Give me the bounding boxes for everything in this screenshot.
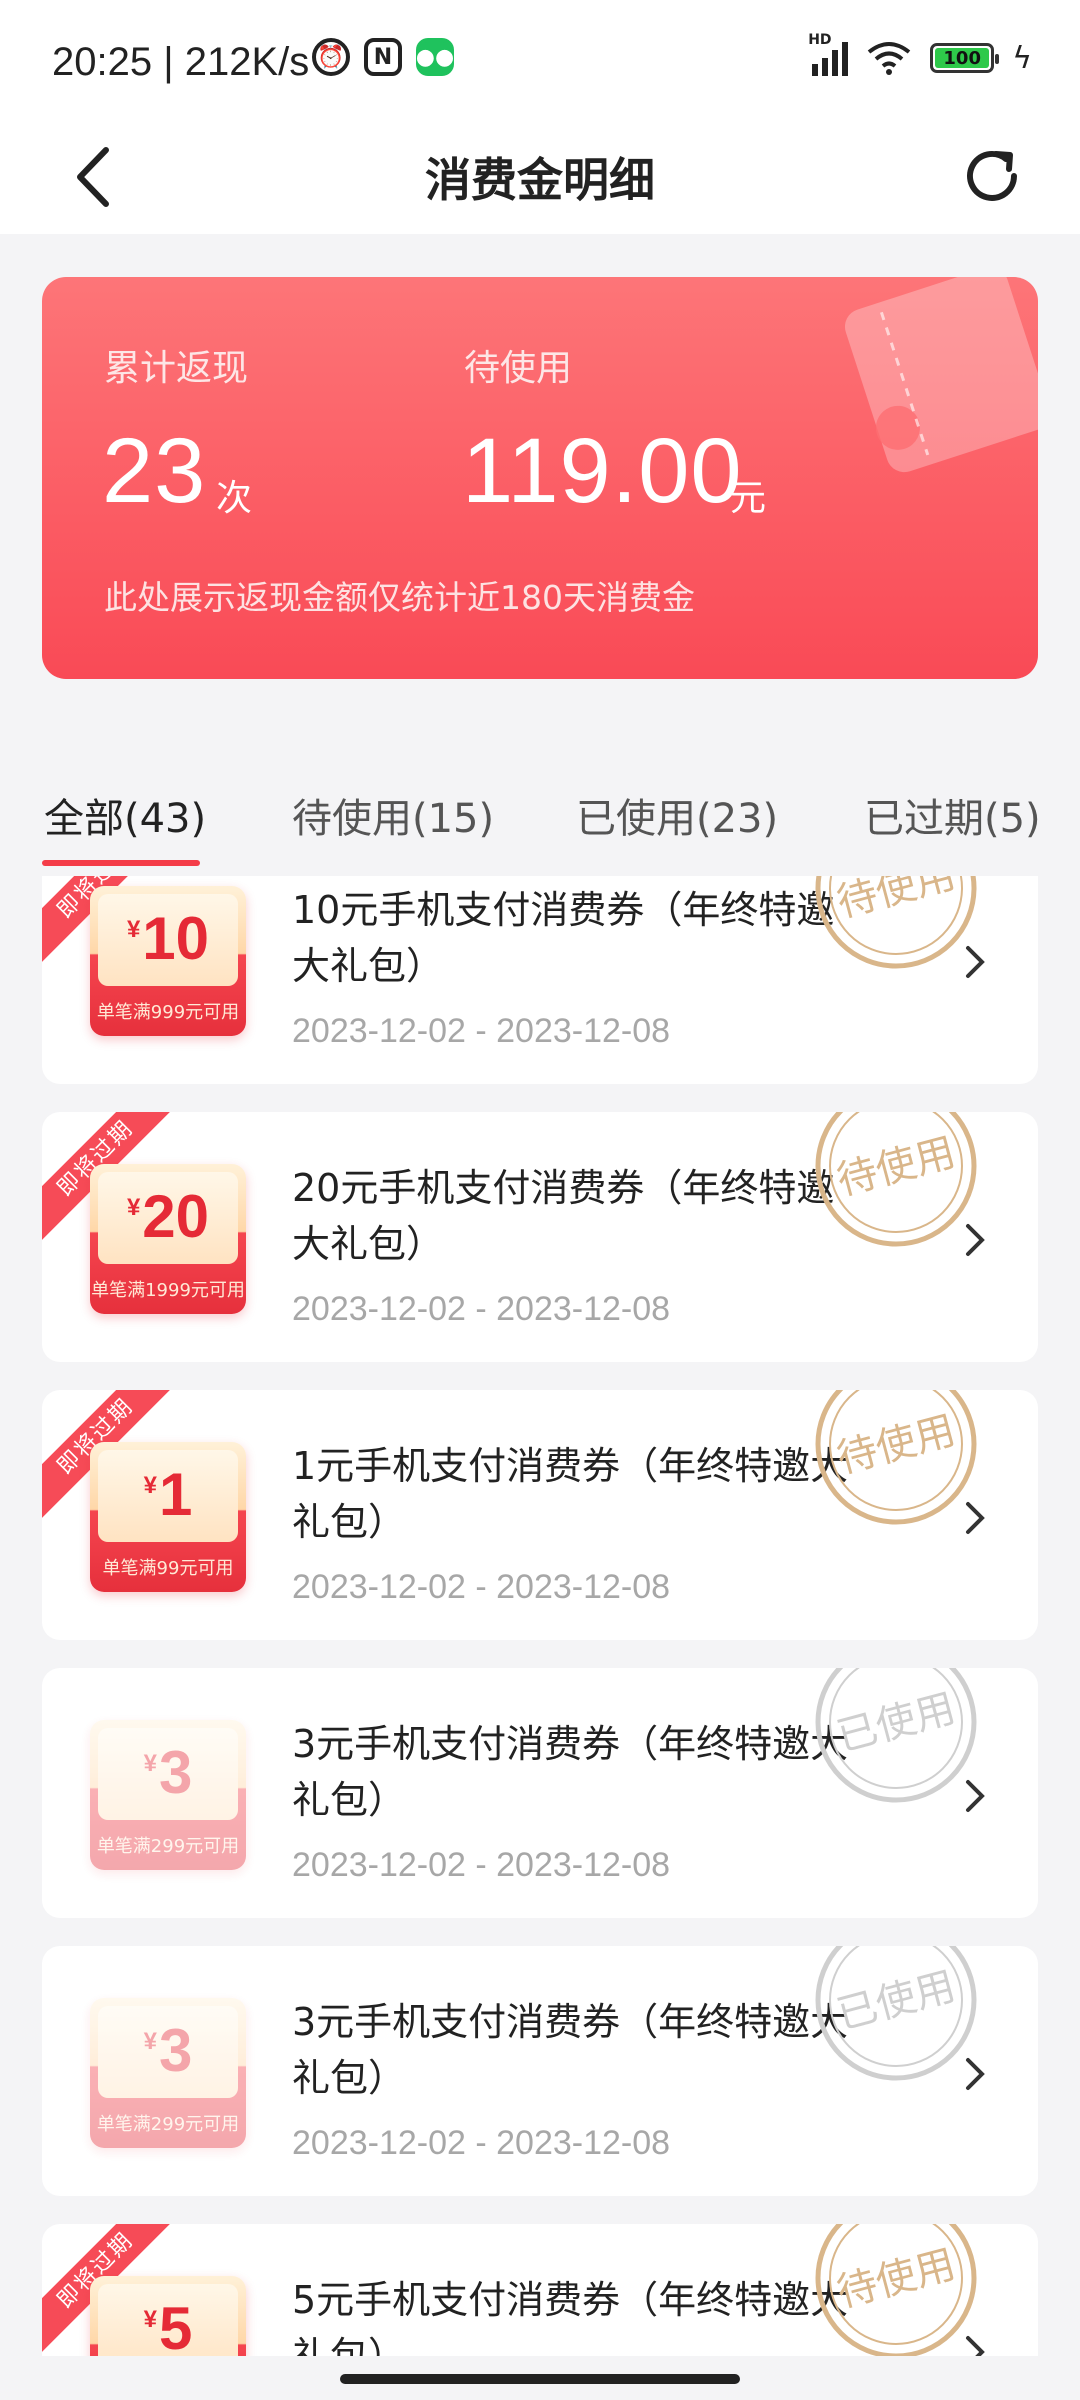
coupon-condition: 单笔满299元可用 [96,1836,240,1857]
status-notification-icons: ⏰ N ●● [312,38,454,76]
tab-pending[interactable]: 待使用(15) [292,786,494,844]
chevron-right-icon [966,2336,985,2356]
coupon-ticket: ¥3 单笔满299元可用 [90,1998,246,2148]
battery-level: 100 [935,48,990,69]
pending-stamp-icon: 待使用 [815,2224,977,2356]
used-stamp-icon: 已使用 [815,1668,977,1803]
coupon-dates: 2023-12-02 - 2023-12-08 [292,1290,671,1328]
home-indicator[interactable] [340,2374,740,2384]
coupon-condition: 单笔满99元可用 [102,1558,234,1579]
chevron-right-icon [966,1780,985,1812]
coupon-ticket: ¥20 单笔满1999元可用 [90,1164,246,1314]
coupon-name: 1元手机支付消费券（年终特邀大礼包） [292,1444,849,1544]
coupon-condition: 单笔满299元可用 [96,2114,240,2135]
stamp-text: 待使用 [832,1129,960,1204]
coupon-ticket: ¥10 单笔满999元可用 [90,886,246,1036]
currency-symbol: ¥ [143,1750,157,1777]
chevron-right-icon [966,2058,985,2090]
coupon-amount: 5 [158,2295,193,2356]
coupon-condition: 单笔满999元可用 [96,1002,240,1023]
coupon-dates: 2023-12-02 - 2023-12-08 [292,2124,671,2162]
coupon-name: 20元手机支付消费券（年终特邀大礼包） [292,1166,835,1266]
currency-symbol: ¥ [143,1472,157,1499]
coupon-name: 5元手机支付消费券（年终特邀大礼包） [292,2278,849,2356]
coupon-amount: 10 [142,905,210,972]
coupon-item[interactable]: 即将过期 ¥20 单笔满1999元可用 20元手机支付消费券（年终特邀大礼包） … [42,1112,1038,1362]
wechat-icon: ●● [416,38,454,76]
tab-expired[interactable]: 已过期(5) [864,786,1041,844]
coupon-item[interactable]: 即将过期 ¥10 单笔满999元可用 10元手机支付消费券（年终特邀大礼包） 2… [42,876,1038,1084]
battery-icon: 100 [930,43,1000,73]
tab-all[interactable]: 全部(43) [44,786,206,844]
coupon-amount: 3 [158,2017,193,2084]
stamp-text: 已使用 [832,1685,960,1760]
status-system-icons: HD 100 ϟ [808,32,1032,76]
coupon-dates: 2023-12-02 - 2023-12-08 [292,1012,671,1050]
cashback-unit: 次 [216,478,253,519]
pending-value: 119.00 [462,420,743,522]
currency-symbol: ¥ [126,1194,141,1221]
alarm-icon: ⏰ [312,38,350,76]
wifi-icon [867,42,911,75]
charging-icon: ϟ [1012,40,1032,76]
active-tab-indicator [42,860,200,866]
pending-label: 待使用 [464,348,573,389]
coupon-dates: 2023-12-02 - 2023-12-08 [292,1568,671,1606]
refresh-button[interactable] [954,138,1030,214]
status-time: 20:25 | 212K/s [52,40,310,84]
signal-icon: HD [808,32,849,76]
pending-stamp-icon: 待使用 [815,876,977,969]
chevron-right-icon [966,946,985,978]
coupon-item[interactable]: 即将过期 ¥1 单笔满99元可用 1元手机支付消费券（年终特邀大礼包） 2023… [42,1390,1038,1640]
summary-note: 此处展示返现金额仅统计近180天消费金 [104,578,695,617]
nfc-icon: N [364,38,402,76]
used-stamp-icon: 已使用 [815,1946,977,2081]
coupon-item[interactable]: 即将过期 ¥5 5元手机支付消费券（年终特邀大礼包） 待使用 [42,2224,1038,2356]
summary-card: 累计返现 待使用 23 次 119.00 元 此处展示返现金额仅统计近180天消… [42,277,1038,679]
coupon-ticket: ¥5 [90,2276,246,2356]
stamp-text: 待使用 [832,1407,960,1482]
coupon-item[interactable]: ¥3 单笔满299元可用 3元手机支付消费券（年终特邀大礼包） 2023-12-… [42,1668,1038,1918]
coupon-name: 3元手机支付消费券（年终特邀大礼包） [292,2000,849,2100]
chevron-right-icon [966,1502,985,1534]
currency-symbol: ¥ [126,916,141,943]
coupon-amount: 3 [158,1739,193,1806]
currency-symbol: ¥ [143,2306,157,2333]
refresh-icon [967,150,1017,201]
coupon-item[interactable]: ¥3 单笔满299元可用 3元手机支付消费券（年终特邀大礼包） 2023-12-… [42,1946,1038,2196]
cashback-value: 23 [102,420,207,522]
currency-symbol: ¥ [143,2028,157,2055]
coupon-dates: 2023-12-02 - 2023-12-08 [292,1846,671,1884]
pending-stamp-icon: 待使用 [815,1390,977,1525]
cashback-label: 累计返现 [104,348,249,389]
stamp-text: 待使用 [832,2241,960,2316]
coupon-name: 3元手机支付消费券（年终特邀大礼包） [292,1722,849,1822]
coupon-name: 10元手机支付消费券（年终特邀大礼包） [292,888,835,988]
page-title: 消费金明细 [425,153,655,207]
pending-unit: 元 [730,478,767,519]
chevron-right-icon [966,1224,985,1256]
coupon-amount: 20 [142,1183,210,1250]
status-bar: 20:25 | 212K/s ⏰ N ●● HD 100 ϟ [0,0,1080,120]
pending-stamp-icon: 待使用 [815,1112,977,1247]
stamp-text: 待使用 [832,876,960,927]
stamp-text: 已使用 [832,1963,960,2038]
network-type: HD [808,32,832,48]
coupon-amount: 1 [158,1461,193,1528]
coupon-ticket: ¥3 单笔满299元可用 [90,1720,246,1870]
tab-used[interactable]: 已使用(23) [576,786,778,844]
ticket-decoration-icon [844,277,1038,473]
coupon-list: 即将过期 ¥10 单笔满999元可用 10元手机支付消费券（年终特邀大礼包） 2… [42,876,1038,2356]
coupon-ticket: ¥1 单笔满99元可用 [90,1442,246,1592]
app-header: 消费金明细 [0,120,1080,234]
coupon-condition: 单笔满1999元可用 [91,1280,245,1301]
